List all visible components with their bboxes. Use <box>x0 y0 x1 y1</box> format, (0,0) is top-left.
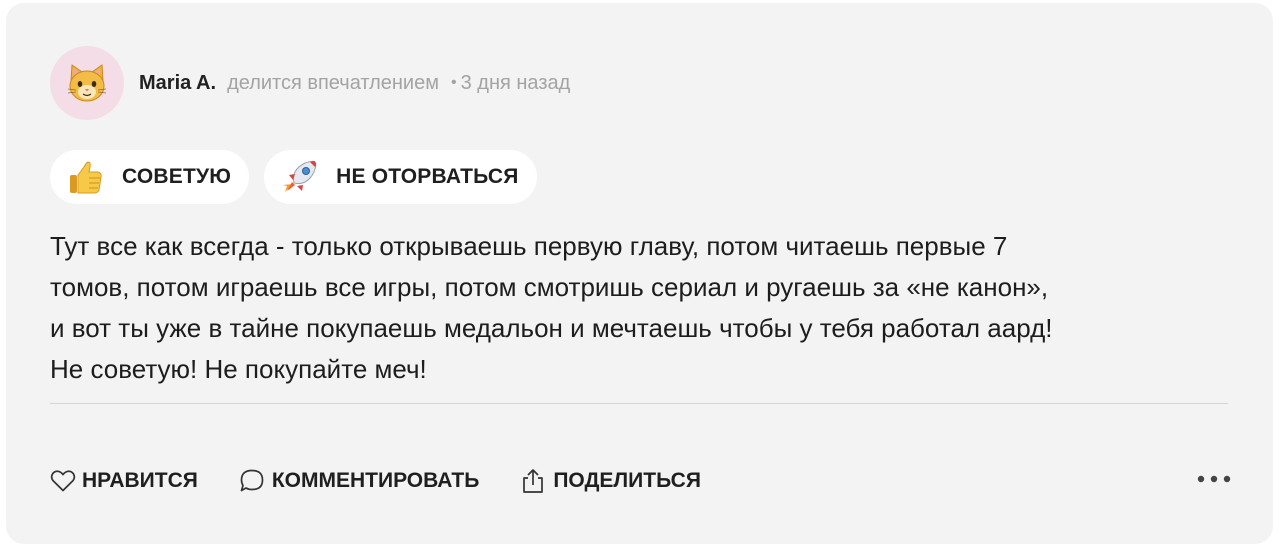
review-line: и вот ты уже в тайне покупаешь медальон … <box>50 313 1053 343</box>
comment-label: КОММЕНТИРОВАТЬ <box>271 469 480 492</box>
more-options-button[interactable] <box>1194 465 1234 493</box>
tag-label: НЕ ОТОРВАТЬСЯ <box>336 165 519 188</box>
author-name[interactable]: Maria A. <box>139 72 216 95</box>
review-line: Не советую! Не покупайте меч! <box>50 354 427 384</box>
post-action-text: делится впечатлением <box>227 71 439 94</box>
review-text: Тут все как всегда - только открываешь п… <box>50 226 1240 390</box>
tag-cant-stop[interactable]: НЕ ОТОРВАТЬСЯ <box>264 150 537 204</box>
thumbs-up-icon <box>66 157 106 197</box>
share-label: ПОДЕЛИТЬСЯ <box>553 469 701 492</box>
like-label: НРАВИТСЯ <box>82 469 198 492</box>
share-icon <box>523 469 544 493</box>
more-horizontal-icon <box>1197 475 1231 483</box>
cat-face-icon <box>67 64 107 102</box>
share-button[interactable]: ПОДЕЛИТЬСЯ <box>519 467 701 495</box>
tag-recommend[interactable]: СОВЕТУЮ <box>50 150 250 204</box>
like-button[interactable]: НРАВИТСЯ <box>50 469 198 493</box>
post-timestamp: 3 дня назад <box>460 71 571 94</box>
review-line: томов, потом играешь все игры, потом смо… <box>50 272 1049 302</box>
review-line: Тут все как всегда - только открываешь п… <box>50 231 1008 261</box>
avatar[interactable] <box>50 46 124 120</box>
meta-separator: • <box>450 74 457 91</box>
review-card: Maria A. делится впечатлением • 3 дня на… <box>6 3 1273 544</box>
post-actions: НРАВИТСЯ КОММЕНТИРОВАТЬ ПОДЕЛИТЬСЯ <box>50 463 741 499</box>
divider <box>50 403 1228 404</box>
heart-icon <box>50 470 76 492</box>
comment-button[interactable]: КОММЕНТИРОВАТЬ <box>238 468 479 494</box>
rocket-icon <box>280 157 320 197</box>
reaction-tags: СОВЕТУЮ НЕ ОТОРВАТЬСЯ <box>50 150 552 204</box>
post-header: Maria A. делится впечатлением • 3 дня на… <box>50 45 570 121</box>
comment-icon <box>240 469 264 492</box>
tag-label: СОВЕТУЮ <box>122 165 232 188</box>
